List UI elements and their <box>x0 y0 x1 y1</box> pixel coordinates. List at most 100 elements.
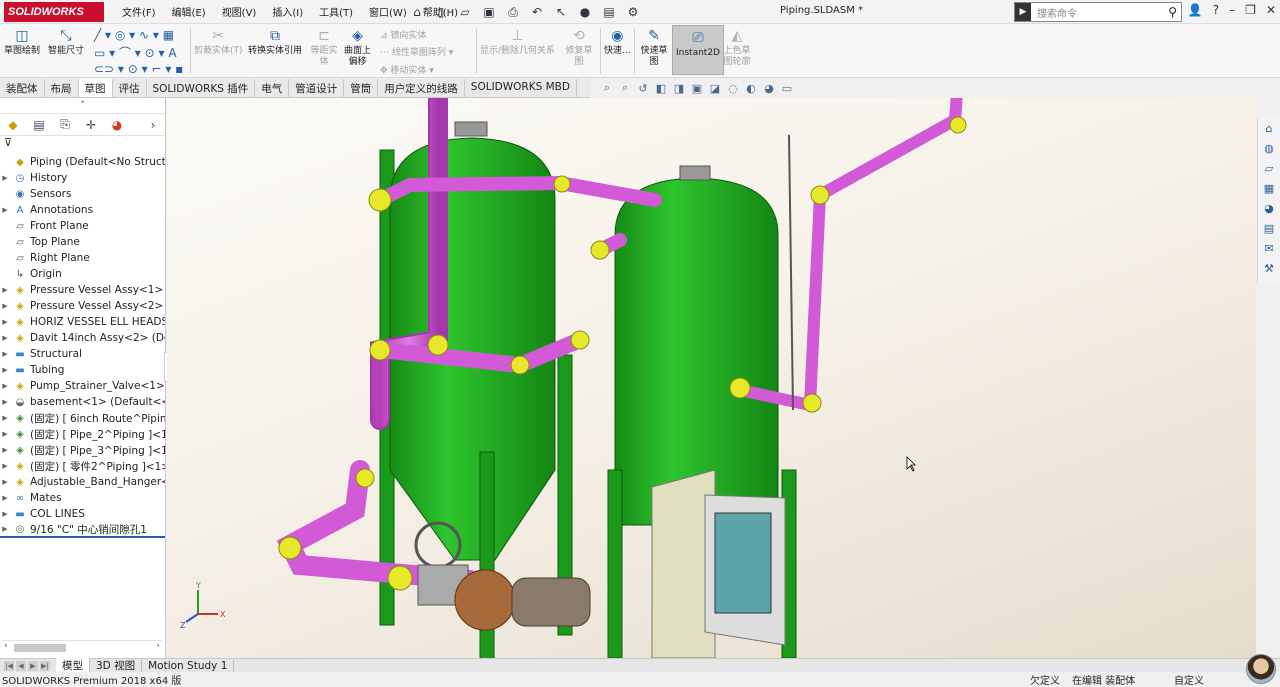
display-relations-button[interactable]: ⊥ 显示/删除几何关系 <box>480 26 555 57</box>
tree-item[interactable]: ▱ Top Plane <box>0 234 165 250</box>
scroll-right-icon[interactable]: › <box>156 641 160 651</box>
user-icon[interactable]: 👤 <box>1188 3 1203 17</box>
save-icon[interactable]: ▣ <box>480 3 498 21</box>
minimize-icon[interactable]: – <box>1229 3 1235 17</box>
rebuild-icon[interactable]: ● <box>576 3 594 21</box>
new-icon[interactable]: ▯ <box>432 3 450 21</box>
expand-icon[interactable]: ▶ <box>0 366 10 374</box>
davit-rod[interactable] <box>788 134 794 411</box>
expand-icon[interactable]: ▶ <box>0 302 10 310</box>
line-tools[interactable]: ╱ ▾ ◎ ▾ ∿ ▾ ▦ <box>94 28 174 42</box>
search-input[interactable]: 搜索命令 <box>1037 5 1168 20</box>
tree-item[interactable]: ▶ ◈ (固定) [ Pipe_2^Piping ]<1> <box>0 426 165 442</box>
view-settings-icon[interactable]: ▭ <box>780 80 794 96</box>
repair-sketch-button[interactable]: ⟲ 修复草图 <box>564 26 594 68</box>
view-palette-icon[interactable]: ▦ <box>1261 180 1277 196</box>
slot-tools[interactable]: ⊂⊃ ▾ ⊙ ▾ ⌐ ▾ ▪ <box>94 62 183 76</box>
tree-item[interactable]: ◉ Sensors <box>0 186 165 202</box>
design-library-icon[interactable]: ◍ <box>1261 140 1277 156</box>
tree-item[interactable]: ▶ ▬ COL LINES <box>0 506 165 522</box>
tree-item[interactable]: ▶ ◈ (固定) [ Pipe_3^Piping ]<1> <box>0 442 165 458</box>
tree-item[interactable]: ▶ ◈ Davit 14inch Assy<2> (Defa <box>0 330 165 346</box>
close-icon[interactable]: ✕ <box>1266 3 1276 17</box>
panel-grip[interactable]: • <box>0 98 165 114</box>
tree-item[interactable]: ▶ ◒ basement<1> (Default<<D <box>0 394 165 410</box>
menu-window[interactable]: 窗口(W) <box>361 4 415 19</box>
tree-item[interactable]: ▱ Front Plane <box>0 218 165 234</box>
dimxpert-icon[interactable]: ✛ <box>82 117 100 133</box>
search-expand-icon[interactable]: ▶ <box>1015 3 1031 21</box>
last-tab-icon[interactable]: ▶| <box>40 660 50 671</box>
rect-tools[interactable]: ▭ ▾ ⌒ ▾ ⊙ ▾ A <box>94 44 177 61</box>
tree-item[interactable]: ▶ ▬ Structural <box>0 346 165 362</box>
home-icon[interactable]: ⌂ <box>408 3 426 21</box>
solidworks-logo[interactable]: SOLIDWORKS <box>4 2 104 22</box>
tree-item[interactable]: ▶ ▬ Tubing <box>0 362 165 378</box>
filter-icon[interactable]: ⊽ <box>0 136 165 154</box>
select-icon[interactable]: ↖ <box>552 3 570 21</box>
display-manager-icon[interactable]: ◕ <box>108 117 126 133</box>
search-commands[interactable]: ▶ 搜索命令 ⚲ <box>1014 2 1182 22</box>
expand-icon[interactable]: ▶ <box>0 446 10 454</box>
tab-tubing[interactable]: 管筒 <box>344 79 379 97</box>
tree-item[interactable]: ◆ Piping (Default<No Structural <box>0 154 165 170</box>
tree-item[interactable]: ▶ ◈ Adjustable_Band_Hanger< <box>0 474 165 490</box>
chevron-right-icon[interactable]: › <box>144 117 162 133</box>
help-icon[interactable]: ? <box>1213 3 1219 17</box>
restore-icon[interactable]: ❐ <box>1245 3 1256 17</box>
tab-user-routes[interactable]: 用户定义的线路 <box>378 79 465 97</box>
expand-icon[interactable]: ▶ <box>0 286 10 294</box>
horizontal-scrollbar[interactable]: ‹ › <box>2 640 162 652</box>
quick-snaps-button[interactable]: ◉ 快速... <box>604 26 631 57</box>
tree-item[interactable]: ▶ ◈ (固定) [ 6inch Route^Piping <box>0 410 165 426</box>
smart-dimension-button[interactable]: ⤡ 智能尺寸 <box>48 26 84 57</box>
tab-motion-study[interactable]: Motion Study 1 <box>142 659 235 672</box>
dynamic-annotation-icon[interactable]: ◨ <box>672 80 686 96</box>
mirror-entities-button[interactable]: ⊿ 镜向实体 <box>380 28 426 41</box>
prev-tab-icon[interactable]: ◀ <box>16 660 26 671</box>
instant2d-button[interactable]: ⎚ Instant2D <box>672 25 724 75</box>
property-manager-icon[interactable]: ▤ <box>30 117 48 133</box>
expand-icon[interactable]: ▶ <box>0 206 10 214</box>
tree-item[interactable]: ▶ ◈ (固定) [ 零件2^Piping ]<1> ( <box>0 458 165 474</box>
tab-mbd[interactable]: SOLIDWORKS MBD <box>465 79 577 97</box>
zoom-fit-icon[interactable]: ⌕ <box>600 80 614 96</box>
previous-view-icon[interactable]: ↺ <box>636 80 650 96</box>
expand-icon[interactable]: ▶ <box>0 350 10 358</box>
menu-view[interactable]: 视图(V) <box>214 4 265 19</box>
control-panel[interactable] <box>651 469 786 658</box>
offset-on-surface-button[interactable]: ◈ 曲面上 偏移 <box>344 26 371 68</box>
menu-tools[interactable]: 工具(T) <box>311 4 361 19</box>
expand-icon[interactable]: ▶ <box>0 398 10 406</box>
tab-layout[interactable]: 布局 <box>45 79 79 97</box>
tree-item[interactable]: ▶ ◈ Pressure Vessel Assy<1> (F <box>0 282 165 298</box>
apply-scene-icon[interactable]: ◕ <box>762 80 776 96</box>
graphics-area[interactable]: Y X Z <box>167 98 1256 658</box>
open-icon[interactable]: ▱ <box>456 3 474 21</box>
tree-item[interactable]: ▱ Right Plane <box>0 250 165 266</box>
file-explorer-icon[interactable]: ▱ <box>1261 160 1277 176</box>
model-view[interactable]: Y X Z <box>167 98 1256 658</box>
offset-entities-button[interactable]: ⊏ 等距实体 <box>310 26 338 68</box>
scroll-left-icon[interactable]: ‹ <box>4 641 8 651</box>
trim-entities-button[interactable]: ✂ 剪裁实体(T) <box>194 26 243 57</box>
tab-electrical[interactable]: 电气 <box>255 79 290 97</box>
rapid-sketch-button[interactable]: ✎ 快速草图 <box>638 26 670 68</box>
options-icon[interactable]: ⚙ <box>624 3 642 21</box>
tree-item[interactable]: ▶ ◷ History <box>0 170 165 186</box>
expand-icon[interactable]: ▶ <box>0 414 10 422</box>
menu-edit[interactable]: 编辑(E) <box>164 4 214 19</box>
expand-icon[interactable]: ▶ <box>0 525 10 533</box>
scrollbar-thumb[interactable] <box>14 644 66 652</box>
expand-icon[interactable]: ▶ <box>0 334 10 342</box>
next-tab-icon[interactable]: ▶ <box>28 660 38 671</box>
search-icon[interactable]: ⚲ <box>1168 5 1177 19</box>
solidworks-resources-icon[interactable]: ⌂ <box>1261 120 1277 136</box>
edit-appearance-icon[interactable]: ◐ <box>744 80 758 96</box>
tree-item[interactable]: ▶ ∞ Mates <box>0 490 165 506</box>
first-tab-icon[interactable]: |◀ <box>4 660 14 671</box>
tab-piping[interactable]: 管道设计 <box>289 79 345 97</box>
tab-3d-views[interactable]: 3D 视图 <box>90 658 143 673</box>
configuration-manager-icon[interactable]: ⎘ <box>56 117 74 133</box>
shaded-sketch-contours-button[interactable]: ◭ 上色草图轮廓 <box>722 26 752 68</box>
